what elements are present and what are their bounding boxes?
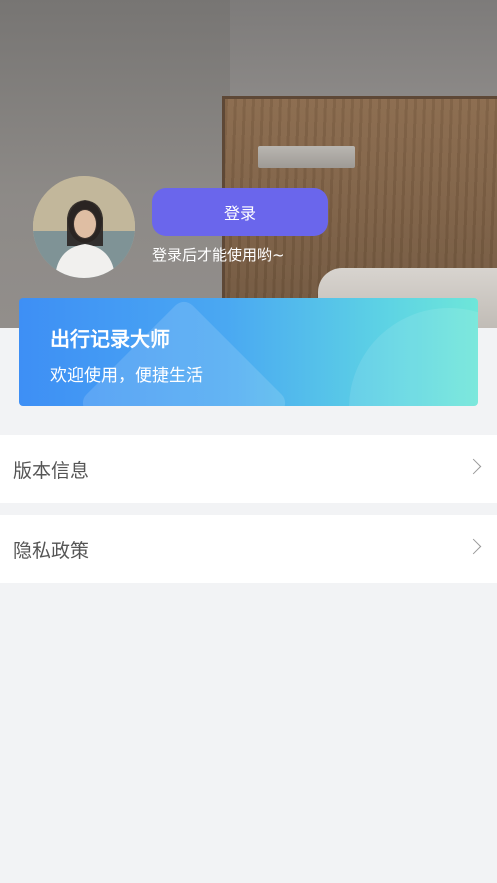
chevron-right-icon [465, 458, 482, 475]
banner-decoration [77, 298, 291, 406]
banner-subtitle: 欢迎使用，便捷生活 [50, 366, 203, 386]
avatar-photo-icon [33, 176, 135, 278]
banner-decoration [349, 308, 478, 406]
menu-item-privacy-policy[interactable]: 隐私政策 [0, 515, 497, 583]
menu-item-version-info[interactable]: 版本信息 [0, 435, 497, 503]
banner-title: 出行记录大师 [50, 327, 170, 351]
background-lamp [258, 146, 355, 168]
app-banner: 出行记录大师 欢迎使用，便捷生活 [19, 298, 478, 406]
avatar[interactable] [33, 176, 135, 278]
menu-item-label: 版本信息 [13, 459, 90, 482]
login-button[interactable]: 登录 [152, 188, 328, 236]
login-hint-text: 登录后才能使用哟~ [152, 246, 285, 264]
header-background [0, 0, 497, 328]
chevron-right-icon [465, 538, 482, 555]
menu-item-label: 隐私政策 [13, 539, 90, 562]
background-wall [0, 0, 230, 328]
